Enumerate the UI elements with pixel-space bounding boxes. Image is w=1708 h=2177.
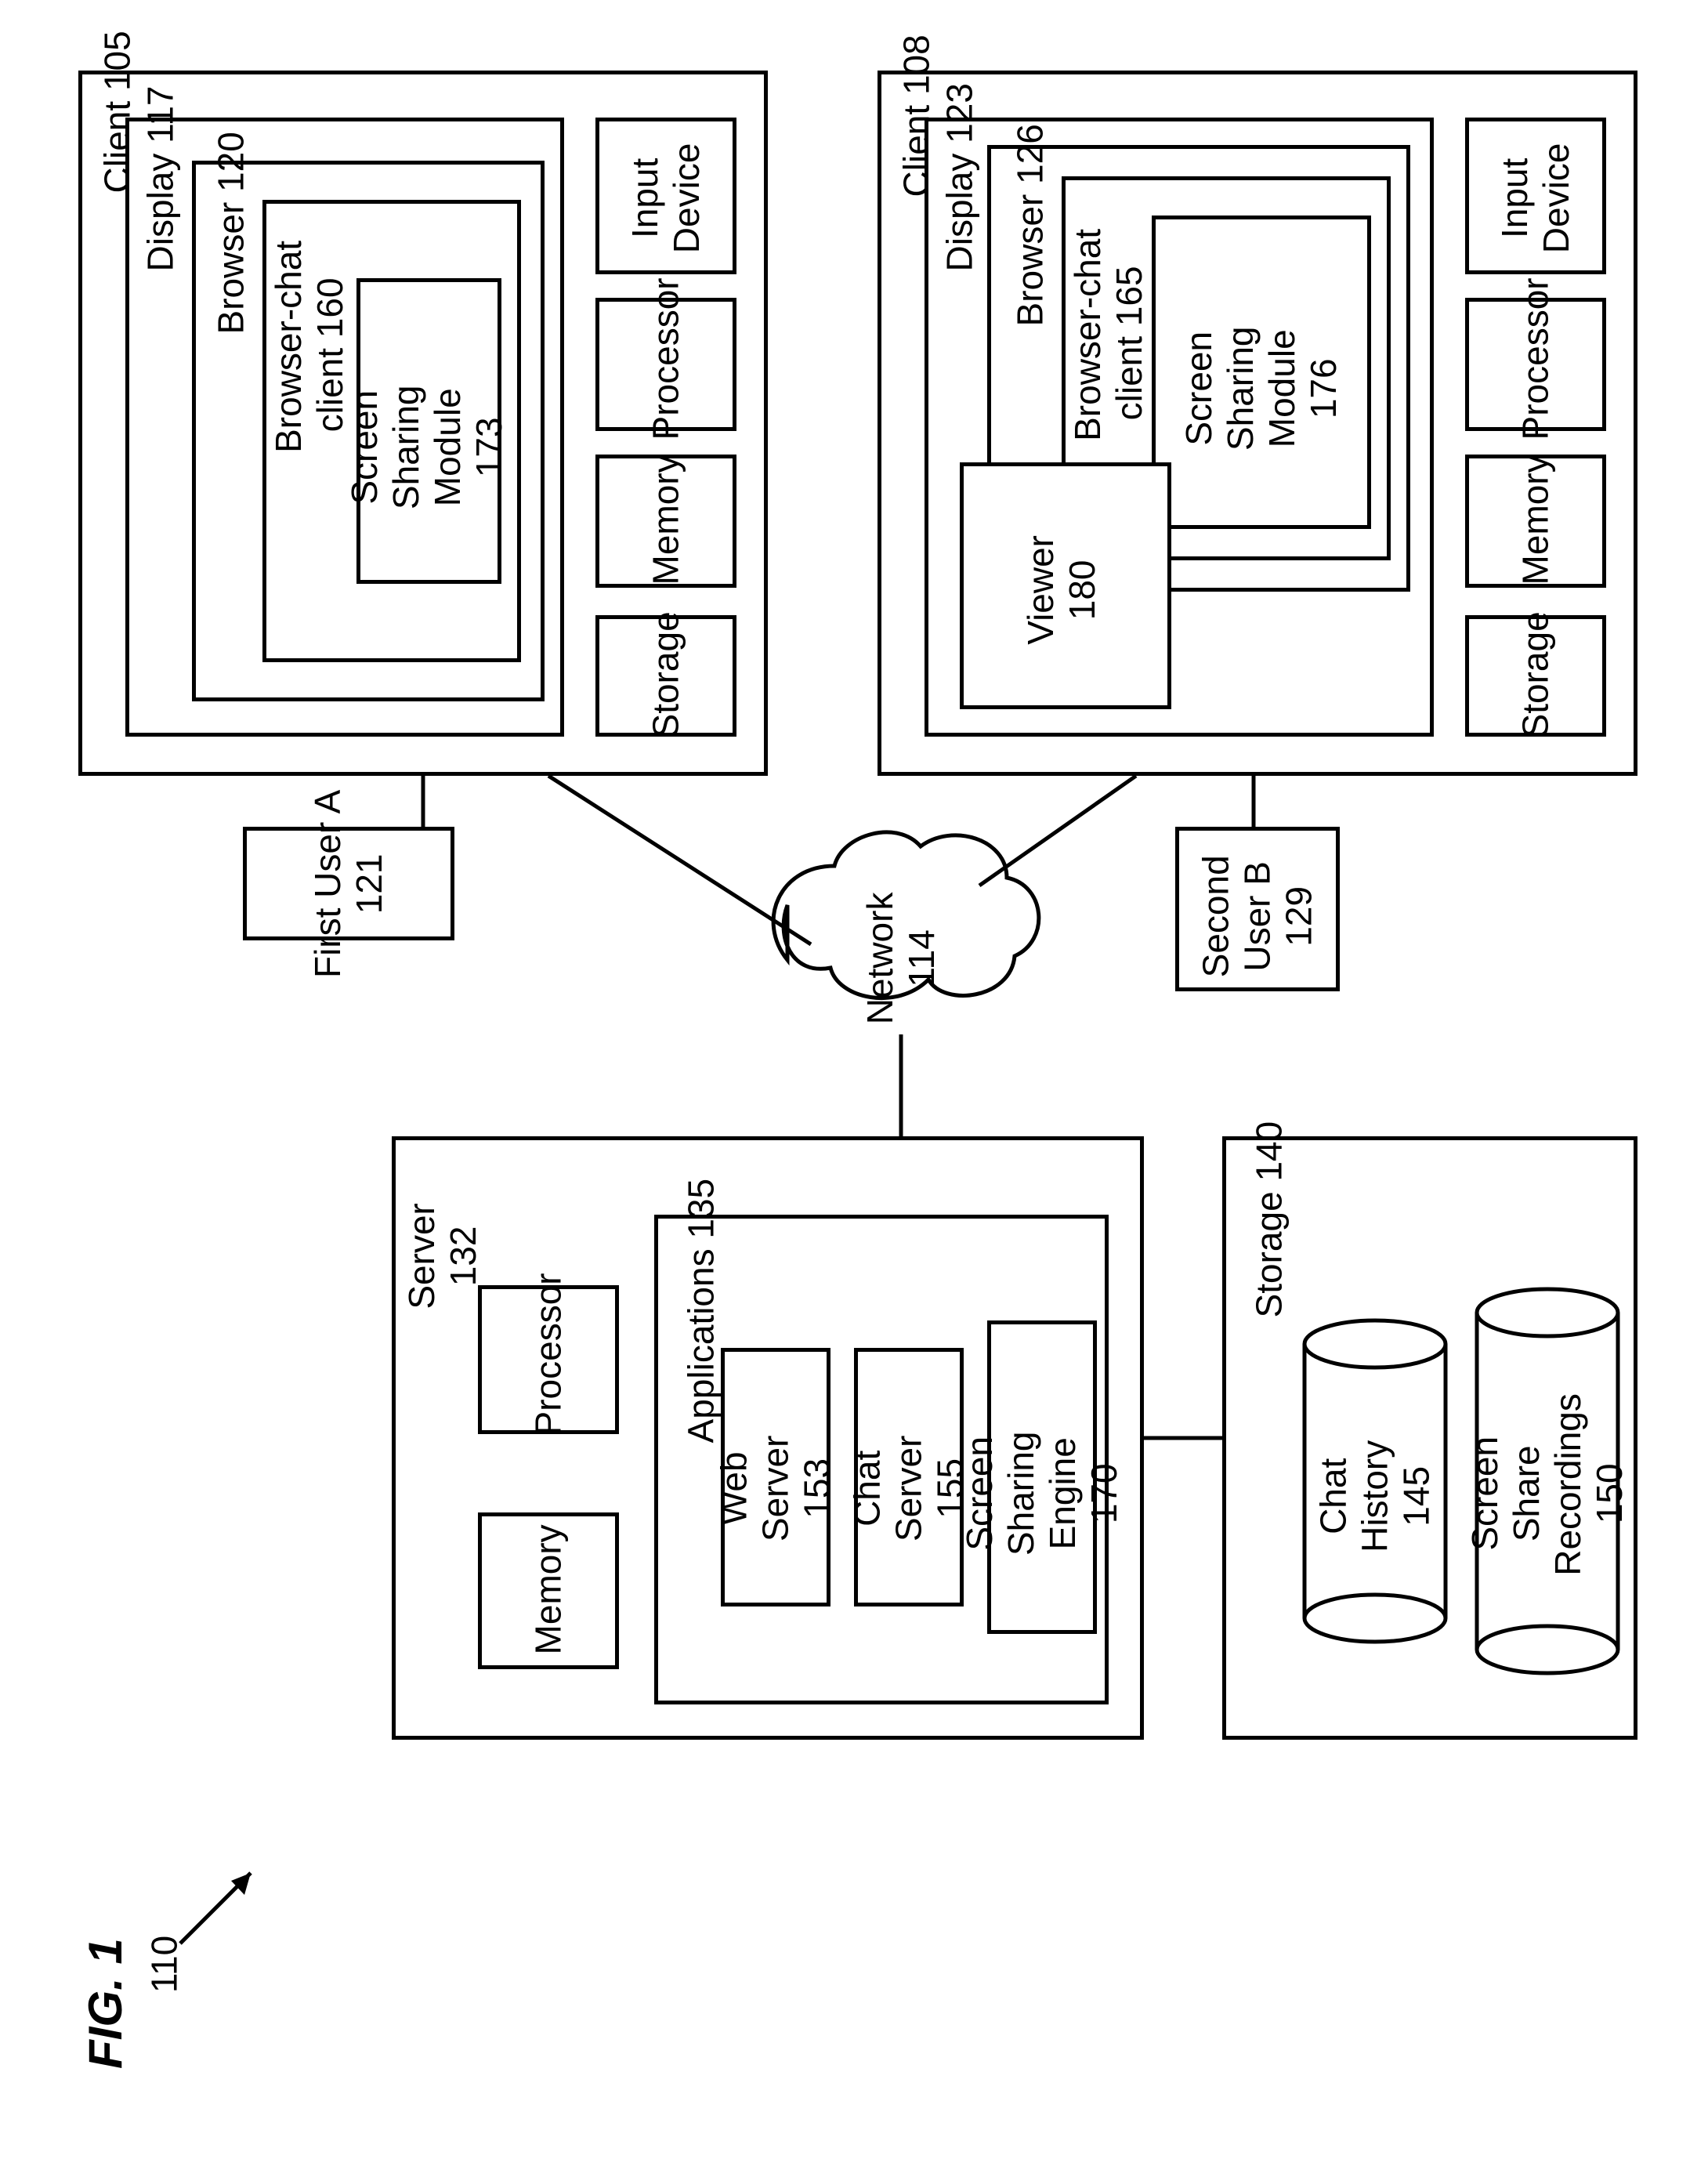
storage-140-label: Storage 140 — [1249, 1200, 1290, 1317]
browser-120-label: Browser 120 — [211, 240, 252, 334]
server-132-label: Server 132 — [401, 1197, 484, 1315]
input-device-108-label: Input Device — [1494, 128, 1577, 269]
figure-title: FIG. 1 — [78, 1938, 132, 2069]
chat-server-155-label: Chat Server 155 — [847, 1429, 972, 1547]
screen-recordings-label: Screen Share Recordings 150 — [1464, 1411, 1630, 1576]
web-server-153-label: Web Server 153 — [714, 1433, 838, 1543]
second-user-b-label: Second User B 129 — [1196, 838, 1320, 994]
storage-105-label: Storage — [646, 612, 687, 737]
processor-108-label: Processor — [1515, 291, 1557, 440]
browser-126-label: Browser 126 — [1010, 232, 1051, 326]
ref-110: 110 — [144, 1929, 186, 1999]
browser-chat-client-165-label: Browser-chat client 165 — [1067, 245, 1150, 441]
processor-server-label: Processor — [528, 1286, 570, 1435]
applications-135-label: Applications 135 — [681, 1286, 722, 1443]
display-117-label: Display 117 — [140, 193, 182, 271]
screen-sharing-engine-170-label: Screen Sharing Engine 170 — [959, 1431, 1125, 1556]
first-user-a-label: First User A 121 — [307, 778, 390, 990]
storage-108-label: Storage — [1515, 612, 1557, 737]
input-device-105-label: Input Device — [624, 128, 707, 269]
network-label: Network 114 — [859, 888, 943, 1029]
connector — [548, 776, 811, 944]
memory-108-label: Memory — [1515, 459, 1557, 585]
viewer-180-label: Viewer 180 — [1020, 520, 1103, 661]
processor-105-label: Processor — [646, 291, 687, 440]
display-123-label: Display 123 — [939, 193, 981, 271]
memory-105-label: Memory — [646, 459, 687, 585]
screen-sharing-module-173-label: Screen Sharing Module 173 — [344, 377, 510, 518]
connector — [979, 776, 1136, 886]
ref-arrowhead — [231, 1873, 251, 1895]
browser-chat-client-160-label: Browser-chat client 160 — [268, 257, 351, 453]
chat-history-label: Chat History 145 — [1313, 1429, 1438, 1563]
screen-sharing-module-176-label: Screen Sharing Module 176 — [1178, 318, 1344, 459]
ref-arrow — [180, 1873, 251, 1943]
memory-server-label: Memory — [528, 1529, 570, 1654]
